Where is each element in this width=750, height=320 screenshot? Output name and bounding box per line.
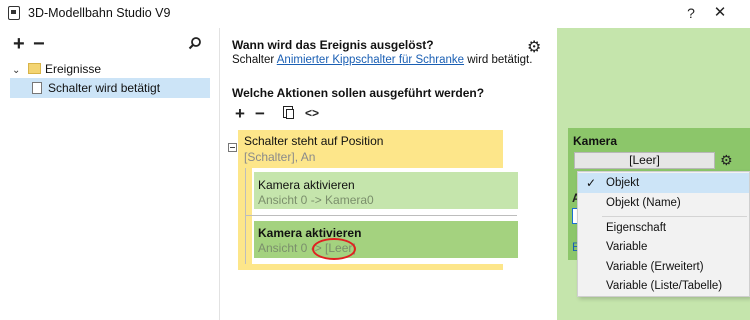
menu-item-variable-list[interactable]: Variable (Liste/Tabelle): [578, 276, 749, 296]
trigger-description: Schalter Animierter Kippschalter für Sch…: [232, 54, 532, 66]
tree-item-switch-pressed-content[interactable]: Schalter wird betätigt: [28, 79, 160, 97]
help-button[interactable]: ?: [677, 3, 705, 23]
condition-subtitle: [Schalter], An: [244, 150, 316, 164]
camera-selector[interactable]: [Leer]: [574, 152, 715, 169]
document-icon: [32, 82, 42, 94]
action-divider: [245, 215, 517, 216]
tree-item-events[interactable]: ⌄ Ereignisse: [12, 60, 101, 78]
event-tree-panel: + − ⌄ Ereignisse Schalter wird betätigt: [0, 28, 220, 320]
actions-heading: Welche Aktionen sollen ausgeführt werden…: [232, 86, 485, 100]
menu-item-label: Variable (Erweitert): [606, 261, 704, 273]
menu-item-property[interactable]: Eigenschaft: [578, 218, 749, 238]
remove-action-button[interactable]: −: [255, 104, 265, 124]
menu-item-label: Objekt: [606, 177, 640, 189]
action-title: Kamera aktivieren: [258, 226, 362, 240]
action-subtitle: Ansicht 0 -> Kamera0: [258, 193, 374, 207]
menu-item-object[interactable]: ✓ Objekt: [578, 173, 749, 193]
close-button[interactable]: ✕: [706, 3, 734, 23]
app-window: 3D-Modellbahn Studio V9 ? ✕ + − ⌄ Ereigni…: [0, 0, 750, 320]
menu-item-variable[interactable]: Variable: [578, 237, 749, 257]
menu-item-label: Variable (Liste/Tabelle): [606, 280, 723, 292]
app-icon: [8, 6, 20, 20]
action-item[interactable]: Kamera aktivieren Ansicht 0 -> Kamera0: [254, 172, 518, 209]
tree-item-label: Ereignisse: [45, 62, 102, 76]
event-editor: Wann wird das Ereignis ausgelöst? ⚙ Scha…: [221, 28, 557, 320]
gear-icon[interactable]: ⚙: [720, 152, 733, 169]
trigger-prefix: Schalter: [232, 54, 275, 66]
remove-button[interactable]: −: [33, 34, 45, 54]
trigger-object-link[interactable]: Animierter Kippschalter für Schranke: [277, 54, 464, 66]
menu-item-label: Eigenschaft: [606, 222, 667, 234]
highlight-circle: [312, 238, 356, 260]
window-title: 3D-Modellbahn Studio V9: [28, 6, 171, 20]
tree-item-label: Schalter wird betätigt: [48, 81, 161, 95]
source-type-menu: ✓ Objekt Objekt (Name) Eigenschaft Varia…: [577, 171, 750, 297]
code-view-button[interactable]: <>: [305, 106, 319, 120]
condition-footer: [238, 264, 503, 270]
copy-icon[interactable]: [283, 106, 294, 119]
folder-icon: [28, 63, 41, 74]
camera-label: Kamera: [573, 134, 618, 148]
check-icon: ✓: [586, 176, 597, 190]
action-title: Kamera aktivieren: [258, 178, 355, 192]
collapse-icon[interactable]: [228, 143, 237, 152]
add-action-button[interactable]: +: [235, 104, 245, 124]
menu-item-label: Objekt (Name): [606, 197, 681, 209]
title-bar: 3D-Modellbahn Studio V9 ? ✕: [0, 0, 750, 27]
menu-item-variable-extended[interactable]: Variable (Erweitert): [578, 257, 749, 277]
search-icon[interactable]: [188, 36, 202, 50]
menu-item-object-name[interactable]: Objekt (Name): [578, 193, 749, 213]
add-button[interactable]: +: [13, 34, 25, 54]
menu-separator: [602, 216, 747, 217]
action-item-selected[interactable]: Kamera aktivieren Ansicht 0 -> [Leer]: [254, 221, 518, 258]
menu-item-label: Variable: [606, 241, 648, 253]
condition-title: Schalter steht auf Position: [244, 134, 384, 148]
tree-connector: [245, 168, 246, 264]
trigger-heading: Wann wird das Ereignis ausgelöst?: [232, 38, 434, 52]
trigger-suffix: wird betätigt.: [467, 54, 533, 66]
